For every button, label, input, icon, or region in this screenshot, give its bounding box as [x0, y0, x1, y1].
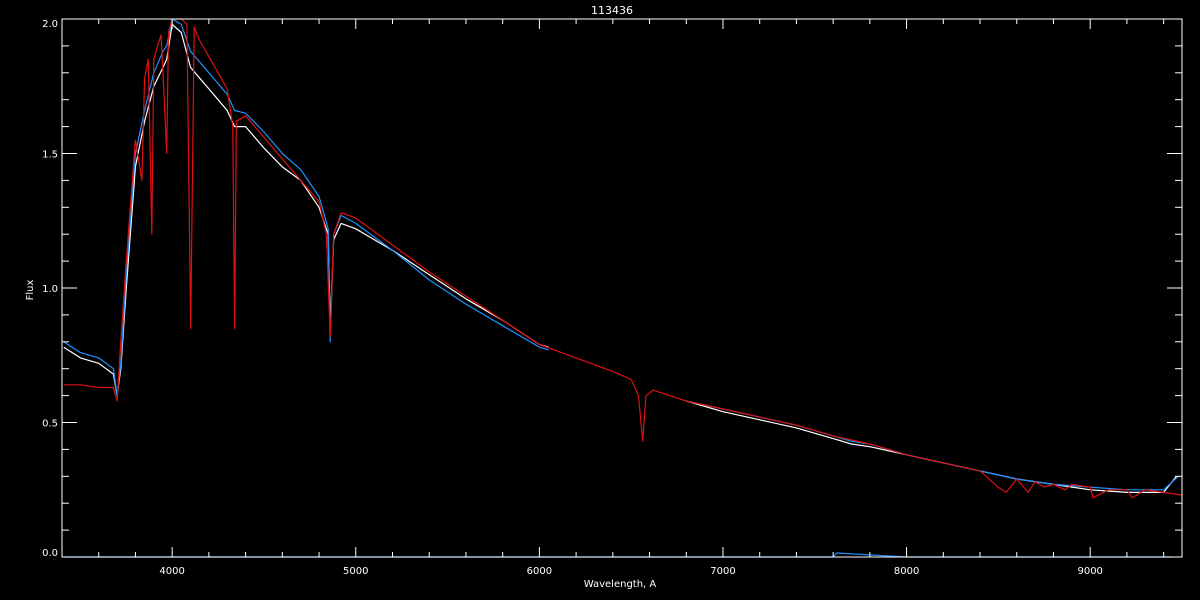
x-tick-label: 7000	[710, 566, 735, 577]
x-tick-label: 5000	[343, 566, 368, 577]
x-tick-label: 6000	[527, 566, 552, 577]
y-tick-label: 0.0	[42, 548, 58, 559]
y-tick-label: 1.5	[42, 150, 58, 161]
y-tick-label: 0.5	[42, 419, 58, 430]
chart-title: 113436	[591, 4, 633, 17]
x-axis-label: Wavelength, A	[584, 579, 657, 590]
chart-background	[0, 0, 1200, 600]
x-tick-label: 9000	[1077, 566, 1102, 577]
y-tick-label: 2.0	[42, 19, 58, 30]
x-tick-label: 4000	[159, 566, 184, 577]
spectrum-chart: 113436 4000 5000 6000 7000 8000 9000 0.0 0.5 1.0…	[0, 0, 1200, 600]
y-tick-label: 1.0	[42, 284, 58, 295]
x-tick-label: 8000	[894, 566, 919, 577]
y-axis-label: Flux	[25, 280, 36, 301]
